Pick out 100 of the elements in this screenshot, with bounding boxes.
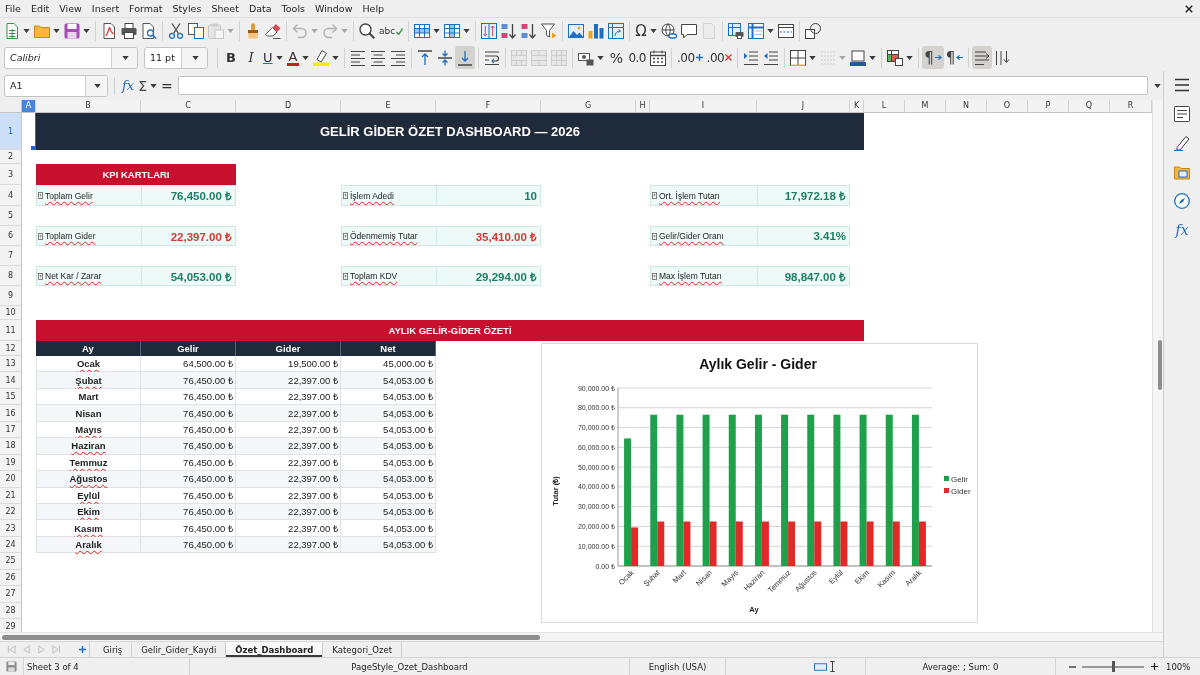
- special-character-button[interactable]: Ω: [633, 19, 659, 43]
- formula-button[interactable]: =: [159, 75, 175, 96]
- number-format-button[interactable]: 0.0: [626, 46, 648, 69]
- percent-button[interactable]: %: [606, 46, 627, 69]
- column-header[interactable]: G: [541, 100, 636, 113]
- column-header[interactable]: L: [864, 100, 905, 113]
- column-header[interactable]: P: [1028, 100, 1069, 113]
- left-to-right-button[interactable]: ¶: [922, 46, 944, 69]
- vertical-scrollbar[interactable]: [1152, 100, 1163, 632]
- delete-decimal-button[interactable]: .00: [704, 46, 735, 69]
- image-icon: [568, 23, 585, 39]
- scrollbar-thumb[interactable]: [1158, 340, 1162, 390]
- column-header[interactable]: Q: [1069, 100, 1110, 113]
- row-header[interactable]: 3: [0, 164, 22, 185]
- column-header[interactable]: I: [650, 100, 757, 113]
- kpi-label: Ort. İşlem Tutarı: [659, 190, 720, 201]
- column-header[interactable]: N: [946, 100, 987, 113]
- compass-icon: [1174, 193, 1190, 209]
- row-header[interactable]: 20: [0, 471, 22, 488]
- row-header[interactable]: 8: [0, 266, 22, 286]
- row-header[interactable]: 10: [0, 306, 22, 320]
- row-header[interactable]: 14: [0, 372, 22, 389]
- missing-glyph-icon: [38, 232, 43, 240]
- row-header[interactable]: 11: [0, 320, 22, 341]
- column-header[interactable]: A: [22, 100, 36, 113]
- spreadsheet-icon: [4, 23, 20, 39]
- functions-button[interactable]: fx: [1169, 218, 1195, 242]
- column-header[interactable]: D: [236, 100, 341, 113]
- menu-item[interactable]: Insert: [86, 1, 125, 16]
- row-header[interactable]: 27: [0, 586, 22, 603]
- zoom-slider-thumb[interactable]: [1111, 661, 1115, 672]
- freeze-panes-icon: [747, 23, 764, 39]
- column-header[interactable]: B: [36, 100, 141, 113]
- spelling-button[interactable]: abc: [377, 19, 406, 43]
- row-header[interactable]: 23: [0, 520, 22, 537]
- italic-button[interactable]: I: [241, 46, 261, 69]
- table-cell: 22,397.00 ₺: [236, 438, 341, 455]
- column-header[interactable]: C: [141, 100, 236, 113]
- menu-item[interactable]: File: [0, 1, 26, 16]
- column-header[interactable]: O: [987, 100, 1028, 113]
- selection-summary-label: Average: ; Sum: 0: [922, 661, 999, 672]
- sum-button[interactable]: Σ: [136, 75, 159, 96]
- column-header[interactable]: H: [636, 100, 650, 113]
- formula-input[interactable]: [177, 76, 1148, 95]
- row-header[interactable]: 6: [0, 226, 22, 246]
- menu-item[interactable]: Window: [309, 1, 358, 16]
- menu-item[interactable]: Format: [124, 1, 168, 16]
- bold-button[interactable]: B: [221, 46, 241, 69]
- name-box[interactable]: A1: [4, 74, 108, 97]
- align-bottom-icon: [457, 49, 474, 66]
- right-to-left-button[interactable]: ¶: [943, 46, 966, 69]
- column-header[interactable]: J: [757, 100, 850, 113]
- row-header[interactable]: 1: [0, 113, 22, 150]
- align-bottom-button[interactable]: [455, 46, 476, 69]
- document-status-icon: [6, 661, 17, 672]
- caret-icon: [1153, 83, 1161, 88]
- menu-item[interactable]: Help: [357, 1, 390, 16]
- scrollbar-thumb[interactable]: [2, 634, 540, 640]
- menu-item[interactable]: Styles: [167, 1, 207, 16]
- row-header[interactable]: 7: [0, 246, 22, 266]
- row-header[interactable]: 4: [0, 185, 22, 206]
- menu-item[interactable]: Tools: [276, 1, 310, 16]
- row-header[interactable]: 25: [0, 553, 22, 570]
- font-name-field[interactable]: Calibri: [4, 46, 138, 69]
- column-header[interactable]: R: [1110, 100, 1152, 113]
- conditional-format-icon: [887, 49, 904, 66]
- menu-item[interactable]: Edit: [25, 1, 55, 16]
- sheet-tab[interactable]: Özet_Dashboard: [226, 642, 324, 657]
- missing-glyph-icon: [652, 272, 657, 280]
- table-cell: 22,397.00 ₺: [236, 405, 341, 422]
- pdf-document-icon: [101, 23, 117, 39]
- pivot-table-icon: [608, 23, 625, 39]
- row-header[interactable]: 2: [0, 150, 22, 164]
- underline-button[interactable]: U: [261, 46, 285, 69]
- paintbrush-icon: [245, 23, 261, 39]
- table-cell: 64,500.00 ₺: [141, 356, 236, 373]
- horizontal-scrollbar[interactable]: [0, 632, 1163, 641]
- column-header[interactable]: F: [436, 100, 541, 113]
- row-header[interactable]: 9: [0, 286, 22, 306]
- menu-item[interactable]: View: [54, 1, 87, 16]
- row-header[interactable]: 13: [0, 356, 22, 373]
- zoom-in-button[interactable]: [1148, 660, 1160, 673]
- row-header[interactable]: 16: [0, 405, 22, 422]
- column-header[interactable]: M: [905, 100, 946, 113]
- menu-item[interactable]: Data: [243, 1, 277, 16]
- decrease-indent-icon: [763, 49, 780, 66]
- row-header[interactable]: 12: [0, 341, 22, 356]
- align-top-icon: [417, 49, 434, 66]
- column-header[interactable]: E: [341, 100, 436, 113]
- row-header[interactable]: 18: [0, 438, 22, 455]
- font-size-field[interactable]: 11 pt: [144, 46, 208, 69]
- column-header[interactable]: K: [850, 100, 864, 113]
- row-header[interactable]: 29: [0, 619, 22, 632]
- caret-icon: [94, 83, 101, 88]
- row-header[interactable]: 5: [0, 206, 22, 226]
- add-decimal-button[interactable]: .00: [675, 46, 705, 69]
- text-horizontal-button[interactable]: [972, 46, 993, 69]
- font-color-button[interactable]: A: [284, 46, 312, 69]
- menu-item[interactable]: Sheet: [206, 1, 244, 16]
- function-wizard-button[interactable]: fx: [120, 75, 137, 96]
